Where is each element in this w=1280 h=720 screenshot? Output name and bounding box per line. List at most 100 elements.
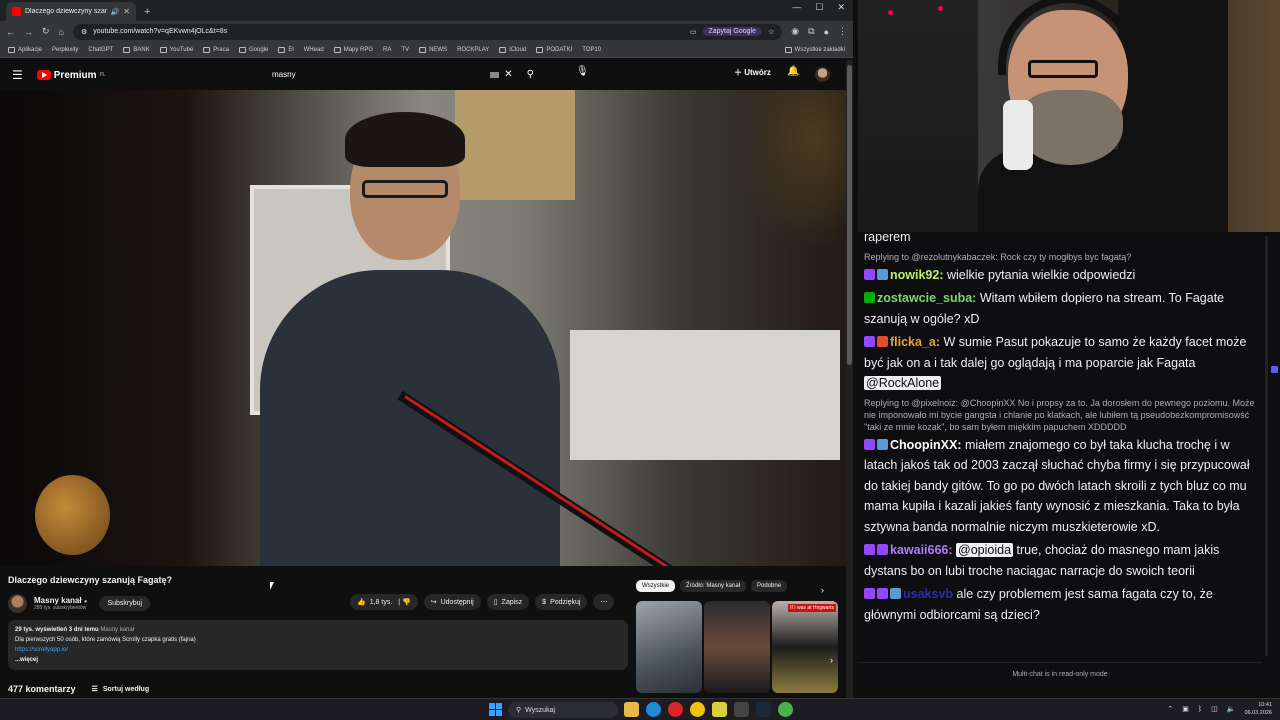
bluetooth-icon[interactable]: ᛒ	[1198, 706, 1202, 713]
bookmark-item[interactable]: Google	[238, 46, 268, 53]
search-icon[interactable]: ⚲	[527, 69, 534, 80]
chat-mention[interactable]: @opioida	[956, 543, 1014, 557]
taskbar-search[interactable]: ⚲ Wyszukaj	[508, 702, 618, 718]
bookmark-item[interactable]: BANK	[123, 46, 150, 53]
chrome-icon[interactable]	[690, 702, 705, 717]
edge-icon[interactable]	[646, 702, 661, 717]
description-text: Dla pierwszych 50 osób, które zamówią Sc…	[15, 637, 196, 643]
ask-google-button[interactable]: Zapytaj Google	[702, 27, 762, 36]
all-bookmarks[interactable]: Wszystkie zakładki	[784, 46, 845, 53]
reload-icon[interactable]: ↻	[42, 26, 50, 37]
keyboard-icon[interactable]	[490, 71, 500, 78]
youtube-logo[interactable]: Premium PL	[36, 70, 106, 81]
bookmark-item[interactable]: iCloud	[499, 46, 526, 53]
user-avatar[interactable]	[815, 67, 830, 82]
back-icon[interactable]: ←	[6, 27, 15, 37]
tab-bar: Dlaczego dziewczyny szan... 🔊 ✕ + — ☐ ✕	[0, 0, 853, 21]
bookmark-item[interactable]: Aplikacje	[8, 46, 42, 53]
create-button[interactable]: ＋ Utwórz	[734, 67, 771, 78]
bookmark-item[interactable]: NEWS	[419, 46, 447, 53]
forward-icon[interactable]: →	[24, 27, 33, 37]
scrollbar-thumb[interactable]	[847, 65, 852, 365]
page-scrollbar[interactable]	[846, 60, 853, 698]
related-video-thumbnail[interactable]	[636, 601, 702, 693]
tray-app-icon[interactable]: ▣	[1182, 705, 1189, 713]
notifications-bell-icon[interactable]: 🔔	[787, 66, 799, 77]
profile-icon[interactable]: ●	[824, 27, 829, 37]
description-link[interactable]: https://scrollyapp.io/	[15, 645, 621, 655]
thanks-button[interactable]: $ Podziękuj	[535, 594, 588, 610]
hamburger-menu-icon[interactable]: ☰	[12, 68, 23, 82]
bookmark-item[interactable]: YouTube	[159, 46, 193, 53]
speaker-icon[interactable]: 🔊	[111, 8, 120, 16]
download-icon[interactable]	[734, 702, 749, 717]
site-info-icon[interactable]: ⚙	[81, 28, 87, 36]
related-video-thumbnail[interactable]	[704, 601, 770, 693]
clock[interactable]: 10:41 06.03.2026	[1244, 701, 1272, 717]
bookmark-item[interactable]: PODATKI	[536, 46, 572, 53]
chat-username[interactable]: kawaii666:	[890, 543, 953, 557]
opera-icon[interactable]	[668, 702, 683, 717]
sort-comments-button[interactable]: ☰ Sortuj według	[92, 685, 150, 694]
chat-username[interactable]: usaksvb	[903, 587, 953, 601]
bookmark-item[interactable]: RA	[383, 47, 391, 53]
bookmark-item[interactable]: TV	[401, 47, 409, 53]
share-button[interactable]: ↪ Udostępnij	[423, 594, 481, 610]
search-input[interactable]: masny	[264, 70, 490, 79]
menu-kebab-icon[interactable]: ⋮	[838, 26, 847, 37]
chat-mention[interactable]: @RockAlone	[864, 376, 942, 390]
clear-search-icon[interactable]: ✕	[504, 69, 512, 80]
minimize-icon[interactable]: —	[792, 2, 801, 13]
volume-icon[interactable]: 🔈	[1227, 705, 1236, 713]
steam-icon[interactable]	[756, 702, 771, 717]
new-tab-button[interactable]: +	[144, 6, 150, 18]
video-player[interactable]	[0, 90, 846, 566]
notes-icon[interactable]	[712, 702, 727, 717]
network-icon[interactable]: ◫	[1211, 705, 1218, 713]
search-bar[interactable]: masny ✕ ⚲	[264, 65, 534, 84]
related-video-thumbnail[interactable]: If I was at Hogwarts	[772, 601, 838, 693]
bookmark-item[interactable]: Praca	[203, 46, 229, 53]
cast-icon[interactable]: ▭	[690, 28, 697, 36]
extension-icon[interactable]: ◉	[791, 26, 799, 37]
chat-username[interactable]: zostawcie_suba:	[877, 291, 976, 305]
bookmark-item[interactable]: ROCKPLAY	[457, 47, 489, 53]
bookmark-star-icon[interactable]: ☆	[768, 28, 774, 36]
close-window-icon[interactable]: ✕	[837, 2, 845, 13]
bookmark-item[interactable]: El	[278, 46, 294, 53]
file-explorer-icon[interactable]	[624, 702, 639, 717]
bookmark-item[interactable]: ChatGPT	[88, 47, 113, 53]
chevron-right-icon[interactable]: ›	[821, 585, 824, 595]
close-tab-icon[interactable]: ✕	[123, 7, 130, 16]
channel-name[interactable]: Masny kanał	[34, 596, 82, 605]
bookmark-item[interactable]: Perplexity	[52, 47, 78, 53]
bookmark-item[interactable]: WHead	[304, 47, 324, 53]
tray-chevron-icon[interactable]: ⌃	[1167, 705, 1173, 713]
like-button[interactable]: 👍 1,8 tys. | 👎	[350, 594, 418, 610]
chat-username[interactable]: nowik92:	[890, 268, 944, 282]
chip-related[interactable]: Podobne	[751, 580, 788, 592]
extensions-puzzle-icon[interactable]: ⧉	[808, 26, 814, 37]
chat-username[interactable]: flicka_a:	[890, 335, 940, 349]
bookmark-item[interactable]: Mapy RPG	[333, 46, 373, 53]
chrome-active-icon[interactable]	[778, 702, 793, 717]
chip-from-channel[interactable]: Źródło: Masny kanał	[680, 580, 747, 592]
chat-scrollbar[interactable]	[1262, 232, 1280, 686]
subscribe-button[interactable]: Subskrybuj	[99, 595, 151, 611]
save-button[interactable]: ▯ Zapisz	[486, 594, 530, 610]
channel-avatar[interactable]	[8, 593, 27, 613]
windows-start-icon[interactable]	[489, 703, 502, 716]
microphone-icon[interactable]: 🎙	[576, 66, 589, 77]
more-actions-button[interactable]: ⋯	[593, 594, 615, 610]
thumbnails-next-icon[interactable]: ›	[830, 655, 833, 665]
tab-active[interactable]: Dlaczego dziewczyny szan... 🔊 ✕	[6, 2, 136, 21]
thumbs-down-icon[interactable]: | 👎	[396, 598, 411, 606]
home-icon[interactable]: ⌂	[59, 27, 64, 37]
chat-username[interactable]: ChoopinXX:	[890, 438, 962, 452]
maximize-icon[interactable]: ☐	[815, 2, 823, 13]
show-more-button[interactable]: ...więcej	[15, 655, 621, 665]
description-box[interactable]: 29 tys. wyświetleń 3 dni temu Masny kana…	[8, 620, 628, 670]
bookmark-item[interactable]: TOP10	[582, 47, 601, 53]
chip-all[interactable]: Wszystkie	[636, 580, 675, 592]
url-bar[interactable]: ⚙ youtube.com/watch?v=qEKvwn4jOLc&t=8s ▭…	[72, 23, 783, 40]
